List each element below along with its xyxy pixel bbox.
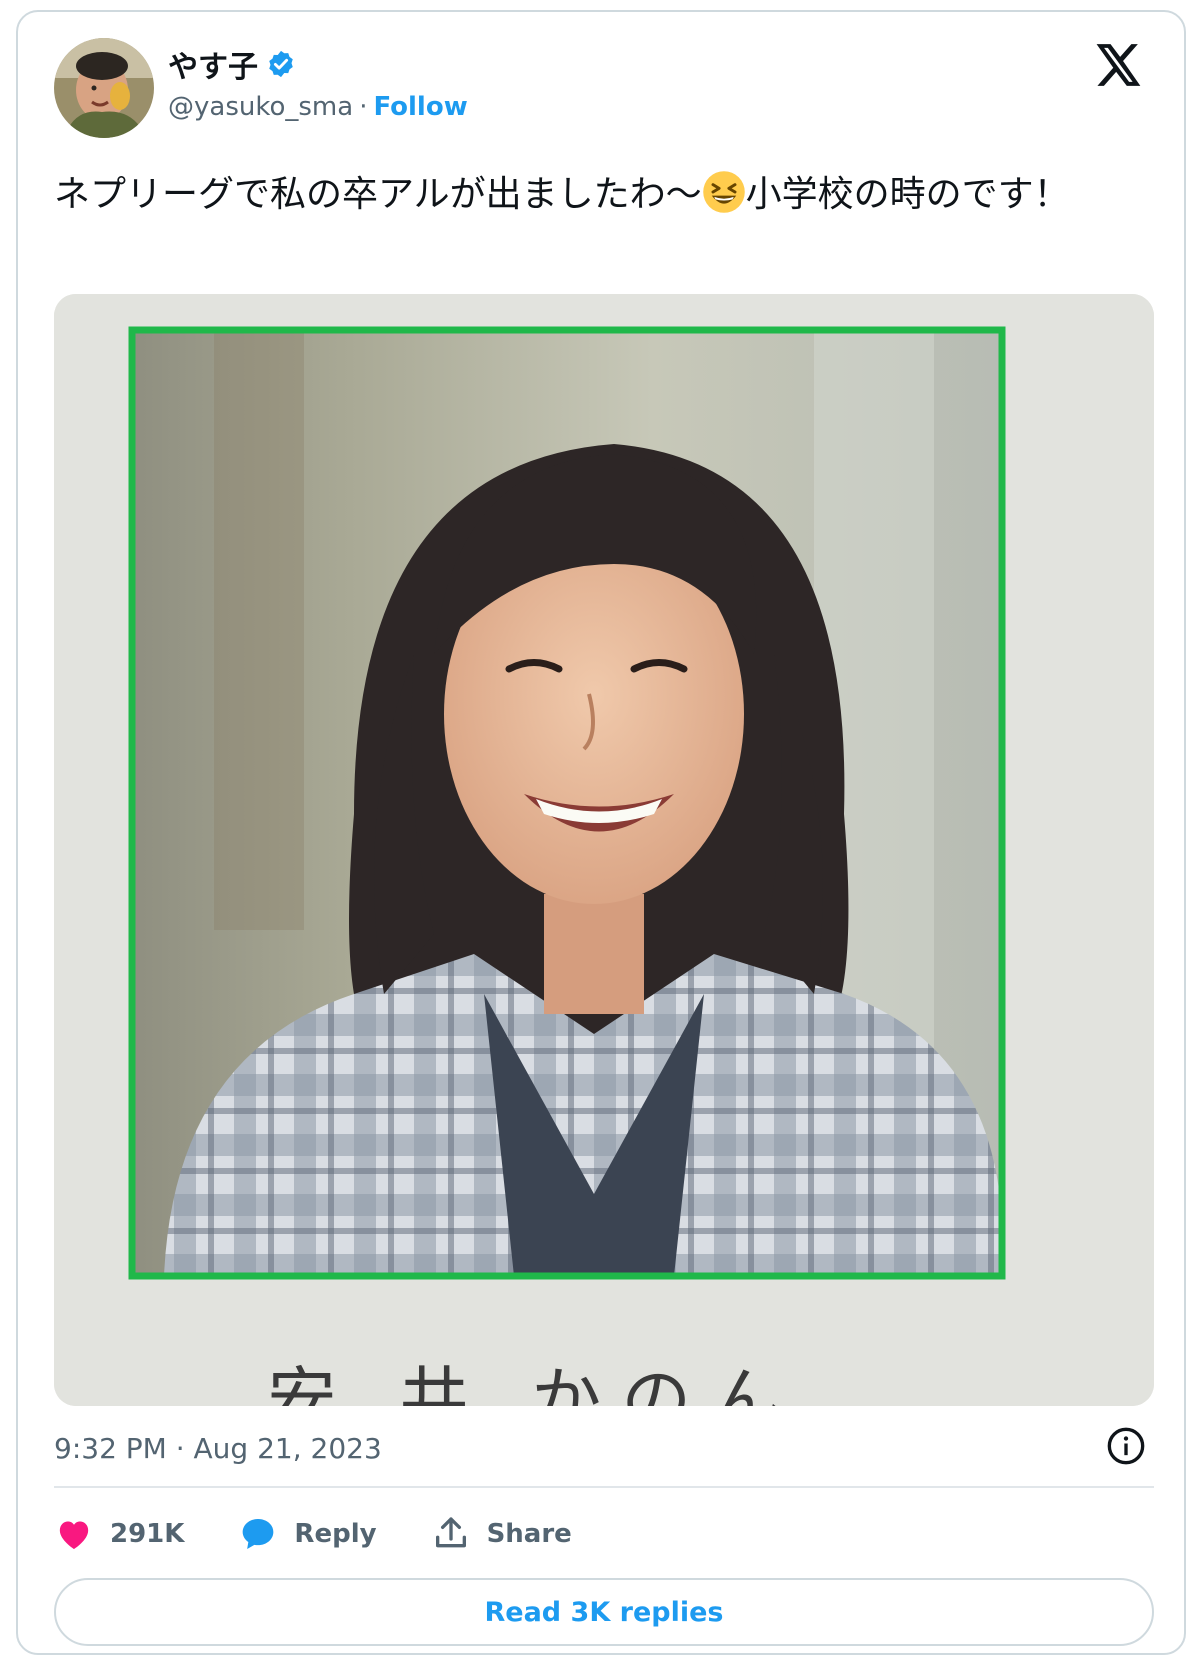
tweet-timestamp[interactable]: 9:32 PM · Aug 21, 2023 (54, 1432, 382, 1465)
author-handle[interactable]: @yasuko_sma (168, 92, 353, 122)
tweet-text-part-2: 小学校の時のです！ (745, 174, 1070, 215)
tweet-actions: 291K Reply Share (54, 1508, 626, 1560)
tweet-text-part-1: ネプリーグで私の卒アルが出ましたわ〜 (54, 174, 702, 215)
yearbook-photo-image: 安 井 かのん (54, 294, 1154, 1406)
divider (54, 1486, 1154, 1488)
author-handle-row: @yasuko_sma · Follow (168, 92, 468, 122)
verified-badge-icon (269, 50, 293, 78)
x-logo-icon[interactable] (1092, 40, 1142, 90)
display-name[interactable]: やす子 (168, 42, 258, 86)
tweet-card: やす子 @yasuko_sma · Follow ネプリーグで私の卒アルが出まし… (16, 10, 1186, 1655)
avatar[interactable] (54, 38, 154, 138)
reply-button[interactable]: Reply (238, 1514, 377, 1554)
tweet-photo[interactable]: 安 井 かのん (54, 294, 1154, 1406)
author-name-row: やす子 (168, 42, 296, 86)
tweet-text: ネプリーグで私の卒アルが出ましたわ〜 小学校の時のです！ (54, 170, 1154, 219)
like-button[interactable]: 291K (54, 1514, 184, 1554)
grinning-squinting-face-icon (702, 171, 745, 213)
photo-caption-fragment: 安 井 かのん (267, 1359, 802, 1406)
read-replies-button[interactable]: Read 3K replies (54, 1578, 1154, 1646)
reply-label: Reply (294, 1519, 377, 1549)
share-icon (435, 1517, 466, 1548)
heart-icon (59, 1521, 89, 1549)
share-label: Share (486, 1519, 572, 1549)
handle-separator: · (359, 92, 368, 122)
info-icon[interactable] (1106, 1426, 1146, 1466)
reply-bubble-icon (243, 1519, 274, 1549)
share-button[interactable]: Share (431, 1514, 572, 1554)
likes-count: 291K (110, 1519, 185, 1549)
follow-button[interactable]: Follow (373, 92, 467, 122)
